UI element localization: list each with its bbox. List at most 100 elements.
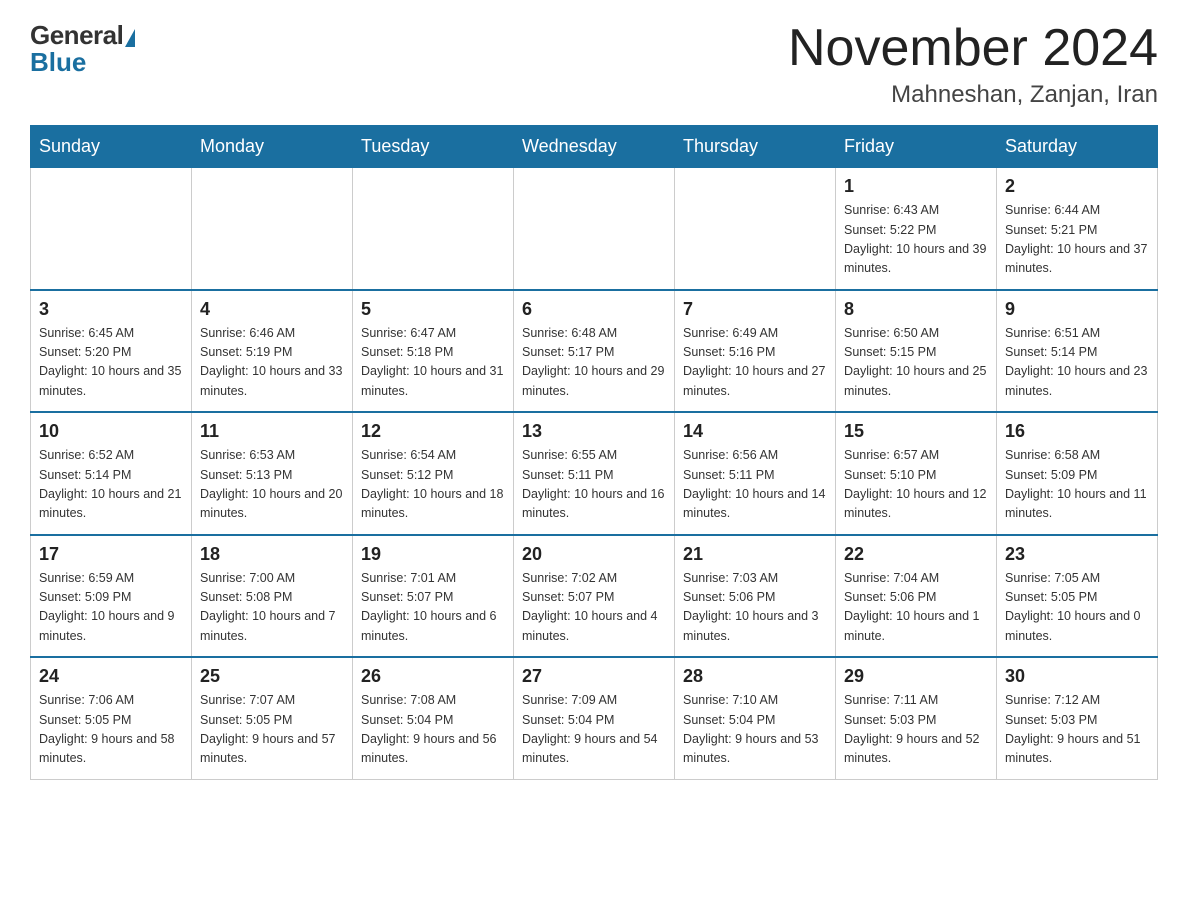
- calendar-cell: [192, 168, 353, 290]
- day-number: 11: [200, 421, 344, 442]
- month-title: November 2024: [788, 20, 1158, 77]
- day-number: 8: [844, 299, 988, 320]
- day-info: Sunrise: 6:52 AMSunset: 5:14 PMDaylight:…: [39, 446, 183, 524]
- calendar-cell: 19 Sunrise: 7:01 AMSunset: 5:07 PMDayligh…: [353, 535, 514, 658]
- calendar-cell: 27 Sunrise: 7:09 AMSunset: 5:04 PMDayligh…: [514, 657, 675, 779]
- calendar-cell: [31, 168, 192, 290]
- day-info: Sunrise: 6:59 AMSunset: 5:09 PMDaylight:…: [39, 569, 183, 647]
- calendar-cell: 24 Sunrise: 7:06 AMSunset: 5:05 PMDayligh…: [31, 657, 192, 779]
- day-info: Sunrise: 6:57 AMSunset: 5:10 PMDaylight:…: [844, 446, 988, 524]
- day-info: Sunrise: 6:45 AMSunset: 5:20 PMDaylight:…: [39, 324, 183, 402]
- calendar-week-5: 24 Sunrise: 7:06 AMSunset: 5:05 PMDayligh…: [31, 657, 1158, 779]
- day-number: 18: [200, 544, 344, 565]
- weekday-header-sunday: Sunday: [31, 126, 192, 168]
- day-info: Sunrise: 6:44 AMSunset: 5:21 PMDaylight:…: [1005, 201, 1149, 279]
- page-header: General Blue November 2024 Mahneshan, Za…: [30, 20, 1158, 109]
- day-info: Sunrise: 6:48 AMSunset: 5:17 PMDaylight:…: [522, 324, 666, 402]
- calendar-cell: 9 Sunrise: 6:51 AMSunset: 5:14 PMDaylight…: [997, 290, 1158, 413]
- day-info: Sunrise: 7:11 AMSunset: 5:03 PMDaylight:…: [844, 691, 988, 769]
- day-info: Sunrise: 7:03 AMSunset: 5:06 PMDaylight:…: [683, 569, 827, 647]
- day-number: 5: [361, 299, 505, 320]
- calendar-cell: 25 Sunrise: 7:07 AMSunset: 5:05 PMDayligh…: [192, 657, 353, 779]
- day-info: Sunrise: 7:10 AMSunset: 5:04 PMDaylight:…: [683, 691, 827, 769]
- day-number: 28: [683, 666, 827, 687]
- calendar-cell: 26 Sunrise: 7:08 AMSunset: 5:04 PMDayligh…: [353, 657, 514, 779]
- day-info: Sunrise: 6:46 AMSunset: 5:19 PMDaylight:…: [200, 324, 344, 402]
- day-number: 13: [522, 421, 666, 442]
- day-info: Sunrise: 7:02 AMSunset: 5:07 PMDaylight:…: [522, 569, 666, 647]
- calendar-cell: 21Sunrise: 7:03 AMSunset: 5:06 PMDayligh…: [675, 535, 836, 658]
- calendar-week-1: 1Sunrise: 6:43 AMSunset: 5:22 PMDaylight…: [31, 168, 1158, 290]
- logo: General Blue: [30, 20, 135, 78]
- calendar-cell: 16 Sunrise: 6:58 AMSunset: 5:09 PMDayligh…: [997, 412, 1158, 535]
- day-info: Sunrise: 6:49 AMSunset: 5:16 PMDaylight:…: [683, 324, 827, 402]
- day-number: 25: [200, 666, 344, 687]
- day-number: 23: [1005, 544, 1149, 565]
- calendar-cell: [514, 168, 675, 290]
- day-number: 16: [1005, 421, 1149, 442]
- weekday-header-monday: Monday: [192, 126, 353, 168]
- day-info: Sunrise: 7:09 AMSunset: 5:04 PMDaylight:…: [522, 691, 666, 769]
- weekday-header-tuesday: Tuesday: [353, 126, 514, 168]
- calendar-cell: 14Sunrise: 6:56 AMSunset: 5:11 PMDayligh…: [675, 412, 836, 535]
- calendar-week-4: 17 Sunrise: 6:59 AMSunset: 5:09 PMDayligh…: [31, 535, 1158, 658]
- weekday-header-wednesday: Wednesday: [514, 126, 675, 168]
- calendar-cell: [675, 168, 836, 290]
- title-section: November 2024 Mahneshan, Zanjan, Iran: [788, 20, 1158, 109]
- day-info: Sunrise: 7:06 AMSunset: 5:05 PMDaylight:…: [39, 691, 183, 769]
- day-number: 1: [844, 176, 988, 197]
- day-number: 19: [361, 544, 505, 565]
- day-info: Sunrise: 6:53 AMSunset: 5:13 PMDaylight:…: [200, 446, 344, 524]
- calendar-week-3: 10 Sunrise: 6:52 AMSunset: 5:14 PMDayligh…: [31, 412, 1158, 535]
- day-info: Sunrise: 7:12 AMSunset: 5:03 PMDaylight:…: [1005, 691, 1149, 769]
- day-number: 20: [522, 544, 666, 565]
- day-number: 29: [844, 666, 988, 687]
- day-number: 2: [1005, 176, 1149, 197]
- day-number: 14: [683, 421, 827, 442]
- location-title: Mahneshan, Zanjan, Iran: [788, 81, 1158, 109]
- day-number: 6: [522, 299, 666, 320]
- day-info: Sunrise: 6:58 AMSunset: 5:09 PMDaylight:…: [1005, 446, 1149, 524]
- day-info: Sunrise: 7:07 AMSunset: 5:05 PMDaylight:…: [200, 691, 344, 769]
- calendar-cell: 3 Sunrise: 6:45 AMSunset: 5:20 PMDaylight…: [31, 290, 192, 413]
- calendar-cell: 6 Sunrise: 6:48 AMSunset: 5:17 PMDaylight…: [514, 290, 675, 413]
- day-number: 15: [844, 421, 988, 442]
- calendar-cell: 11 Sunrise: 6:53 AMSunset: 5:13 PMDayligh…: [192, 412, 353, 535]
- logo-triangle-icon: [125, 29, 135, 47]
- day-number: 27: [522, 666, 666, 687]
- calendar-cell: 12Sunrise: 6:54 AMSunset: 5:12 PMDayligh…: [353, 412, 514, 535]
- calendar-cell: 8Sunrise: 6:50 AMSunset: 5:15 PMDaylight…: [836, 290, 997, 413]
- day-info: Sunrise: 7:08 AMSunset: 5:04 PMDaylight:…: [361, 691, 505, 769]
- calendar-cell: 10 Sunrise: 6:52 AMSunset: 5:14 PMDayligh…: [31, 412, 192, 535]
- calendar-cell: 28 Sunrise: 7:10 AMSunset: 5:04 PMDayligh…: [675, 657, 836, 779]
- calendar-cell: 7Sunrise: 6:49 AMSunset: 5:16 PMDaylight…: [675, 290, 836, 413]
- day-info: Sunrise: 7:00 AMSunset: 5:08 PMDaylight:…: [200, 569, 344, 647]
- day-number: 24: [39, 666, 183, 687]
- day-number: 26: [361, 666, 505, 687]
- calendar-cell: 29 Sunrise: 7:11 AMSunset: 5:03 PMDayligh…: [836, 657, 997, 779]
- day-number: 30: [1005, 666, 1149, 687]
- calendar-cell: 30 Sunrise: 7:12 AMSunset: 5:03 PMDayligh…: [997, 657, 1158, 779]
- day-info: Sunrise: 7:04 AMSunset: 5:06 PMDaylight:…: [844, 569, 988, 647]
- calendar-cell: 17 Sunrise: 6:59 AMSunset: 5:09 PMDayligh…: [31, 535, 192, 658]
- day-info: Sunrise: 6:55 AMSunset: 5:11 PMDaylight:…: [522, 446, 666, 524]
- day-number: 22: [844, 544, 988, 565]
- day-number: 4: [200, 299, 344, 320]
- day-number: 10: [39, 421, 183, 442]
- calendar-cell: 23Sunrise: 7:05 AMSunset: 5:05 PMDayligh…: [997, 535, 1158, 658]
- day-number: 12: [361, 421, 505, 442]
- day-number: 9: [1005, 299, 1149, 320]
- weekday-header-friday: Friday: [836, 126, 997, 168]
- day-info: Sunrise: 7:01 AMSunset: 5:07 PMDaylight:…: [361, 569, 505, 647]
- logo-blue-text: Blue: [30, 47, 86, 78]
- day-number: 17: [39, 544, 183, 565]
- day-number: 3: [39, 299, 183, 320]
- calendar-cell: 1Sunrise: 6:43 AMSunset: 5:22 PMDaylight…: [836, 168, 997, 290]
- calendar-cell: 20 Sunrise: 7:02 AMSunset: 5:07 PMDayligh…: [514, 535, 675, 658]
- weekday-header-saturday: Saturday: [997, 126, 1158, 168]
- day-info: Sunrise: 6:51 AMSunset: 5:14 PMDaylight:…: [1005, 324, 1149, 402]
- calendar-cell: [353, 168, 514, 290]
- calendar-week-2: 3 Sunrise: 6:45 AMSunset: 5:20 PMDaylight…: [31, 290, 1158, 413]
- calendar-cell: 2 Sunrise: 6:44 AMSunset: 5:21 PMDaylight…: [997, 168, 1158, 290]
- calendar-cell: 4 Sunrise: 6:46 AMSunset: 5:19 PMDaylight…: [192, 290, 353, 413]
